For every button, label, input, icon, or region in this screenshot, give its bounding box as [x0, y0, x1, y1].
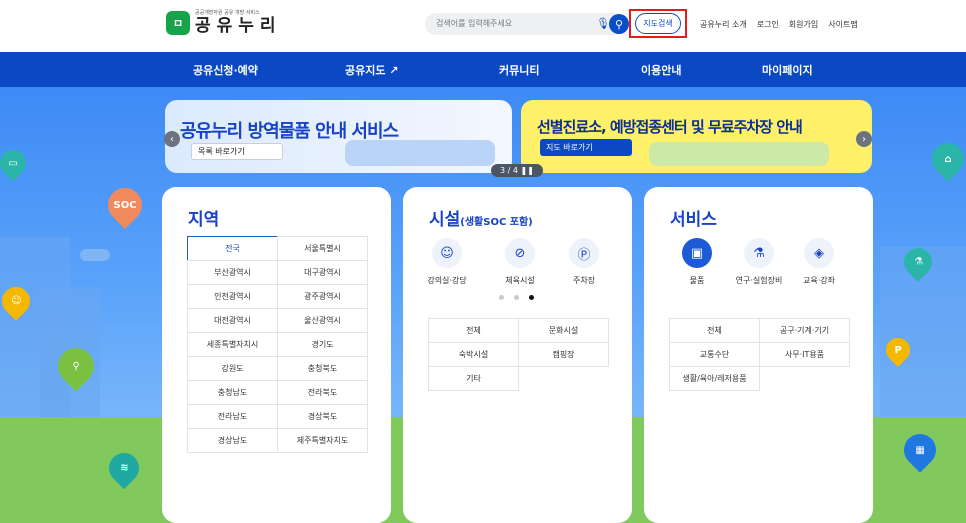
service-card: 서비스 ▣ 물품 ⚗ 연구·실험장비 ◈ 교육·강좌 전체 공구·기계·기기 교…	[644, 187, 873, 523]
util-link-login[interactable]: 로그인	[757, 19, 779, 30]
region-item[interactable]: 대전광역시	[187, 308, 278, 333]
region-item[interactable]: 부산광역시	[187, 260, 278, 285]
nav-item-community[interactable]: 커뮤니티	[499, 62, 539, 78]
region-item[interactable]: 강원도	[187, 356, 278, 381]
parking-icon: Ⓟ	[569, 238, 599, 268]
service-title: 서비스	[670, 210, 717, 230]
service-goods[interactable]: ▣ 물품	[671, 238, 723, 286]
facility-icon-label: 주차장	[572, 276, 596, 285]
page-dot[interactable]	[514, 295, 519, 300]
region-title: 지역	[188, 210, 220, 230]
util-link-about[interactable]: 공유누리 소개	[700, 19, 747, 30]
chevron-right-icon: ›	[862, 133, 866, 145]
service-category[interactable]: 교통수단	[669, 342, 760, 367]
region-item[interactable]: 인천광역시	[187, 284, 278, 309]
logo-title: 공유누리	[195, 16, 282, 36]
logo-text: 공공개방자원 공유 개방 서비스 공유누리	[195, 10, 282, 35]
banner-list-button[interactable]: 목록 바로가기	[191, 143, 283, 160]
facility-category[interactable]: 기타	[428, 366, 519, 391]
facility-card: 시설(생활SOC 포함) ☺ 강의실·강당 ⊘ 체육시설 Ⓟ 주차장 전체 문화…	[403, 187, 632, 523]
utility-links: 공유누리 소개 로그인 회원가입 사이트맵	[700, 19, 868, 30]
nav-item-reservation[interactable]: 공유신청·예약	[193, 62, 258, 78]
search-icon: ⚲	[614, 17, 624, 31]
site-header: ㅁ 공공개방자원 공유 개방 서비스 공유누리 검색어를 입력해주세요 🎙 ⚲ …	[0, 0, 966, 52]
region-item[interactable]: 경상남도	[187, 428, 278, 453]
region-item[interactable]: 전국	[187, 236, 278, 261]
region-item[interactable]: 충청북도	[277, 356, 368, 381]
nav-item-mypage[interactable]: 마이페이지	[762, 62, 813, 78]
page-dot[interactable]	[499, 295, 504, 300]
facility-title-main: 시설	[429, 210, 461, 230]
region-item[interactable]: 충청남도	[187, 380, 278, 405]
service-icon-label: 물품	[689, 276, 705, 285]
facility-lecture[interactable]: ☺ 강의실·강당	[421, 238, 473, 286]
facility-category[interactable]: 문화시설	[518, 318, 609, 343]
facility-category-grid: 전체 문화시설 숙박시설 캠핑장 기타	[428, 318, 609, 391]
nav-item-guide[interactable]: 이용안내	[641, 62, 681, 78]
region-item[interactable]: 제주특별자치도	[277, 428, 368, 453]
facility-sports[interactable]: ⊘ 체육시설	[494, 238, 546, 286]
graduation-cap-icon: ◈	[804, 238, 834, 268]
banner-title: 선별진료소, 예방접종센터 및 무료주차장 안내	[537, 118, 803, 136]
banner-next-button[interactable]: ›	[856, 131, 872, 147]
facility-title-note: (생활SOC 포함)	[460, 217, 533, 228]
service-icon-label: 교육·강좌	[803, 276, 835, 285]
microphone-icon[interactable]: 🎙	[596, 17, 610, 30]
service-category[interactable]: 생활/육아/레저용품	[669, 366, 760, 391]
facility-parking[interactable]: Ⓟ 주차장	[558, 238, 610, 286]
service-equipment[interactable]: ⚗ 연구·실험장비	[729, 238, 789, 286]
microscope-icon: ⚗	[744, 238, 774, 268]
goggles-illustration-icon	[345, 140, 495, 166]
service-category-grid: 전체 공구·기계·기기 교통수단 사무·IT용품 생활/육아/레저용품	[669, 318, 850, 391]
sports-icon: ⊘	[505, 238, 535, 268]
service-category[interactable]: 사무·IT용품	[759, 342, 850, 367]
util-link-signup[interactable]: 회원가입	[789, 19, 818, 30]
map-search-button[interactable]: 지도검색	[635, 13, 681, 34]
service-education[interactable]: ◈ 교육·강좌	[793, 238, 845, 286]
banner-clinic-map[interactable]: 선별진료소, 예방접종센터 및 무료주차장 안내 지도 바로가기	[521, 100, 872, 173]
facility-icon-label: 강의실·강당	[427, 276, 467, 285]
search-button[interactable]: ⚲	[609, 14, 629, 34]
region-item[interactable]: 전라북도	[277, 380, 368, 405]
cloud-shape	[80, 249, 110, 261]
lecture-icon: ☺	[432, 238, 462, 268]
banner-disinfection[interactable]: 공유누리 방역물품 안내 서비스 목록 바로가기	[165, 100, 512, 173]
search-input[interactable]: 검색어를 입력해주세요 🎙 ⚲	[425, 13, 629, 35]
util-link-sitemap[interactable]: 사이트맵	[828, 19, 857, 30]
region-card: 지역 전국 서울특별시 부산광역시 대구광역시 인천광역시 광주광역시 대전광역…	[162, 187, 391, 523]
facility-category[interactable]: 캠핑장	[518, 342, 609, 367]
service-icon-label: 연구·실험장비	[735, 276, 783, 285]
region-item[interactable]: 전라남도	[187, 404, 278, 429]
gift-icon: ▣	[682, 238, 712, 268]
region-item[interactable]: 대구광역시	[277, 260, 368, 285]
region-item[interactable]: 광주광역시	[277, 284, 368, 309]
facility-category[interactable]: 전체	[428, 318, 519, 343]
nav-item-share-map[interactable]: 공유지도 ↗	[345, 62, 399, 78]
main-nav: 공유신청·예약 공유지도 ↗ 커뮤니티 이용안내 마이페이지	[0, 52, 966, 87]
logo-mark-icon: ㅁ	[166, 10, 190, 35]
region-item[interactable]: 경기도	[277, 332, 368, 357]
page-dot-active[interactable]	[529, 295, 534, 300]
facility-category[interactable]: 숙박시설	[428, 342, 519, 367]
service-category[interactable]: 전체	[669, 318, 760, 343]
town-illustration-icon	[649, 142, 829, 166]
banner-prev-button[interactable]: ‹	[164, 131, 180, 147]
banner-pager[interactable]: 3 / 4 ❚❚	[491, 164, 543, 177]
facility-pagination	[499, 295, 544, 300]
site-logo[interactable]: ㅁ 공공개방자원 공유 개방 서비스 공유누리	[166, 10, 282, 35]
banner-map-button[interactable]: 지도 바로가기	[540, 139, 632, 156]
region-item[interactable]: 서울특별시	[277, 236, 368, 261]
search-placeholder: 검색어를 입력해주세요	[436, 19, 513, 28]
region-grid: 전국 서울특별시 부산광역시 대구광역시 인천광역시 광주광역시 대전광역시 울…	[187, 236, 368, 453]
region-item[interactable]: 경상북도	[277, 404, 368, 429]
facility-title: 시설(생활SOC 포함)	[429, 205, 533, 230]
region-item[interactable]: 울산광역시	[277, 308, 368, 333]
service-category[interactable]: 공구·기계·기기	[759, 318, 850, 343]
facility-icon-label: 체육시설	[505, 276, 535, 285]
chevron-left-icon: ‹	[170, 133, 174, 145]
region-item[interactable]: 세종특별자치시	[187, 332, 278, 357]
